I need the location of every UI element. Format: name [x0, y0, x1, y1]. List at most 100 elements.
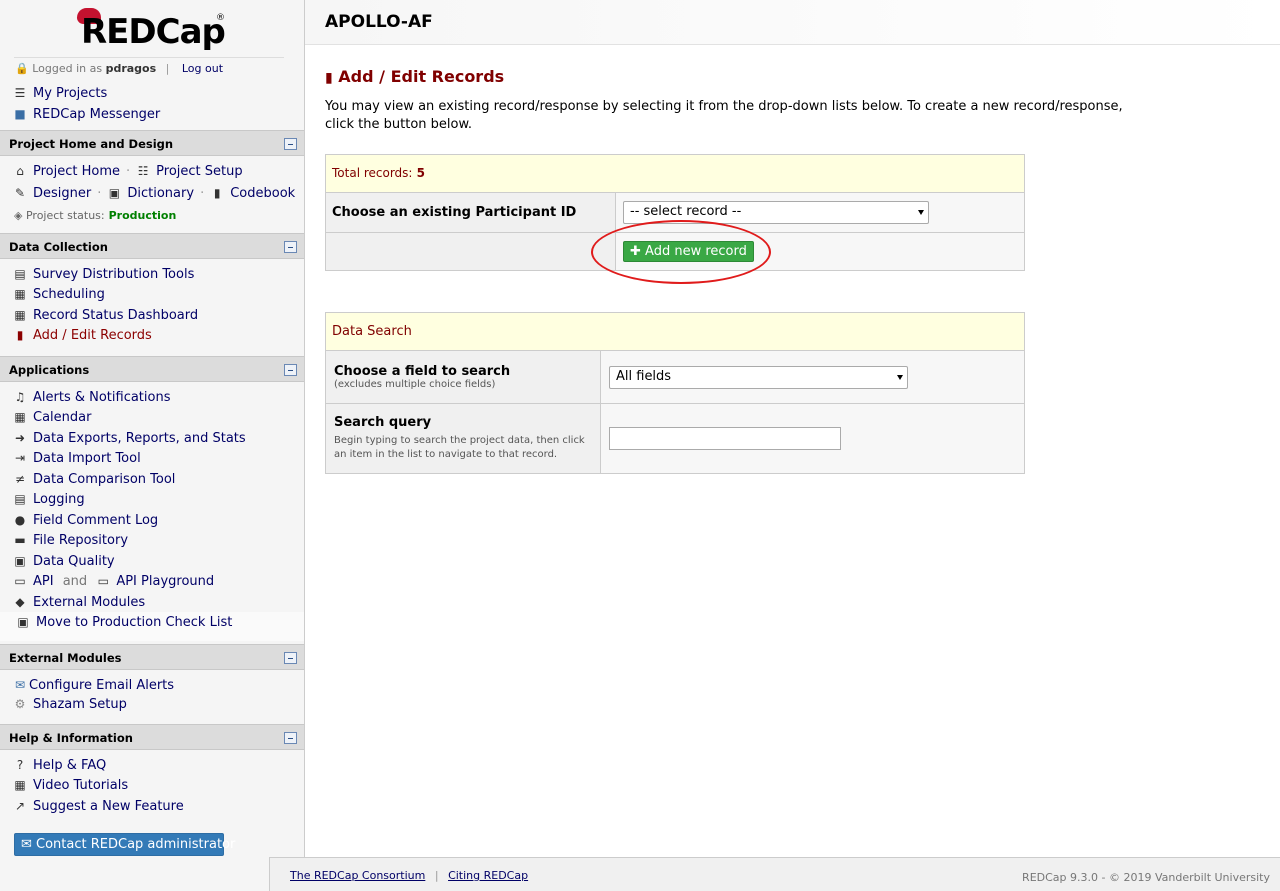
project-header: APOLLO-AF	[305, 0, 1280, 45]
search-query-input[interactable]	[609, 427, 841, 450]
envelope-icon: ✉	[21, 837, 37, 852]
excel-icon: ▣	[108, 186, 121, 200]
data-quality-link[interactable]: ▣ Data Quality	[13, 554, 114, 569]
list-icon: ☰	[14, 86, 26, 100]
folder-icon: ▬	[14, 533, 26, 547]
collapse-toggle[interactable]	[284, 364, 297, 376]
tasks-icon: ☷	[137, 164, 149, 178]
file-export-icon: ➜	[14, 431, 26, 445]
logo-registered: ®	[216, 13, 225, 23]
receipt-icon: ▤	[14, 492, 26, 506]
home-icon: ⌂	[16, 164, 24, 178]
record-status-link[interactable]: ▦ Record Status Dashboard	[13, 308, 198, 323]
survey-icon: ▤	[14, 267, 26, 281]
choose-field-label: Choose a field to search	[334, 364, 511, 379]
comment-log-link[interactable]: ● Field Comment Log	[13, 513, 158, 528]
sidebar: REDCap ® 🔒 Logged in as pdragos | Log ou…	[0, 0, 305, 891]
file-import-icon: ⇥	[14, 451, 26, 465]
logout-link[interactable]: Log out	[182, 62, 223, 75]
project-setup-link[interactable]: ☷ Project Setup	[136, 164, 243, 179]
section-project-home: Project Home and Design	[0, 130, 304, 156]
calendar-link[interactable]: ▦ Calendar	[13, 410, 91, 425]
video-tutorials-link[interactable]: ▦ Video Tutorials	[13, 778, 128, 793]
search-query-label: Search query	[334, 415, 432, 430]
section-help: Help & Information	[0, 724, 304, 750]
dictionary-link[interactable]: ▣ Dictionary	[107, 186, 194, 201]
layers-icon: ◈	[14, 209, 23, 222]
bell-icon: ♫	[14, 390, 26, 404]
project-home-link[interactable]: ⌂ Project Home	[13, 164, 120, 179]
status-badge: Production	[108, 209, 177, 222]
collapse-toggle[interactable]	[284, 138, 297, 150]
laptop-code-icon: ▭	[14, 574, 26, 588]
survey-tools-link[interactable]: ▤ Survey Distribution Tools	[13, 267, 194, 282]
username: pdragos	[105, 62, 157, 75]
section-applications: Applications	[0, 356, 304, 382]
intro-text: You may view an existing record/response…	[325, 99, 1123, 132]
highlight-annotation	[591, 220, 771, 284]
logged-in-label: Logged in as	[32, 62, 103, 75]
collapse-toggle[interactable]	[284, 652, 297, 664]
cube-icon: ◆	[15, 595, 25, 609]
api-link[interactable]: ▭ API	[13, 574, 53, 589]
chat-icon: ■	[14, 107, 26, 121]
search-query-note: Begin typing to search the project data,…	[334, 435, 585, 460]
collapse-toggle[interactable]	[284, 732, 297, 744]
suggest-feature-link[interactable]: ↗ Suggest a New Feature	[13, 799, 184, 814]
divider	[14, 57, 284, 58]
add-edit-records-link[interactable]: ▮ Add / Edit Records	[13, 328, 152, 343]
choose-existing-label: Choose an existing Participant ID	[325, 192, 616, 233]
comparison-link[interactable]: ≠ Data Comparison Tool	[13, 472, 175, 487]
logging-link[interactable]: ▤ Logging	[13, 492, 84, 507]
film-icon: ▦	[14, 778, 26, 792]
total-records-count: 5	[416, 166, 425, 180]
book-icon: ▮	[213, 186, 221, 200]
design-row: ✎ Designer · ▣ Dictionary · ▮ Codebook	[13, 186, 296, 201]
api-row: ▭ API and ▭ API Playground	[13, 574, 215, 589]
choose-field-note: (excludes multiple choice fields)	[334, 379, 496, 390]
copyright: REDCap 9.3.0 - © 2019 Vanderbilt Univers…	[1022, 871, 1270, 884]
email-alerts-link[interactable]: ✉ Configure Email Alerts	[13, 678, 174, 693]
data-search-header: Data Search	[325, 312, 1025, 351]
section-external-modules: External Modules	[0, 644, 304, 670]
file-icon: ▮	[16, 328, 24, 342]
share-icon: ↗	[14, 799, 26, 813]
scheduling-link[interactable]: ▦ Scheduling	[13, 287, 105, 302]
total-records-header: Total records: 5	[325, 154, 1025, 193]
exports-link[interactable]: ➜ Data Exports, Reports, and Stats	[13, 431, 246, 446]
field-select[interactable]: All fields	[609, 365, 908, 389]
shazam-link[interactable]: ⚙ Shazam Setup	[13, 697, 127, 712]
project-status: ◈ Project status: Production	[14, 209, 177, 222]
login-info: 🔒 Logged in as pdragos | Log out	[15, 62, 224, 75]
import-link[interactable]: ⇥ Data Import Tool	[13, 451, 141, 466]
page-title: ▮ Add / Edit Records	[325, 67, 505, 86]
project-title: APOLLO-AF	[325, 12, 433, 32]
external-modules-link[interactable]: ◆ External Modules	[13, 595, 145, 610]
gear-icon: ⚙	[14, 697, 26, 711]
alerts-link[interactable]: ♫ Alerts & Notifications	[13, 390, 171, 405]
footer: The REDCap Consortium | Citing REDCap RE…	[269, 857, 1280, 891]
edit-icon: ✎	[14, 186, 26, 200]
consortium-link[interactable]: The REDCap Consortium	[290, 869, 425, 882]
citing-link[interactable]: Citing REDCap	[448, 869, 528, 882]
calendar-icon: ▦	[14, 410, 26, 424]
comments-icon: ●	[14, 513, 26, 527]
collapse-toggle[interactable]	[284, 241, 297, 253]
data-search-table: Data Search Choose a field to search (ex…	[325, 312, 1025, 474]
designer-link[interactable]: ✎ Designer	[13, 186, 91, 201]
api-playground-link[interactable]: ▭ API Playground	[96, 574, 214, 589]
grid-icon: ▦	[14, 308, 26, 322]
move-production-link[interactable]: ▣ Move to Production Check List	[16, 615, 232, 630]
contact-admin-button[interactable]: ✉ Contact REDCap administrator	[14, 833, 235, 856]
my-projects-link[interactable]: ☰ My Projects	[13, 86, 108, 101]
logo-text: REDCap	[81, 12, 226, 52]
lock-icon: 🔒	[15, 62, 29, 75]
help-faq-link[interactable]: ? Help & FAQ	[13, 758, 106, 773]
file-repo-link[interactable]: ▬ File Repository	[13, 533, 128, 548]
codebook-link[interactable]: ▮ Codebook	[210, 186, 295, 201]
redcap-logo[interactable]: REDCap ®	[75, 8, 226, 52]
not-equal-icon: ≠	[14, 472, 26, 486]
messenger-link[interactable]: ■ REDCap Messenger	[13, 107, 160, 122]
laptop-code-icon: ▭	[97, 574, 109, 588]
envelope-icon: ✉	[14, 678, 26, 692]
